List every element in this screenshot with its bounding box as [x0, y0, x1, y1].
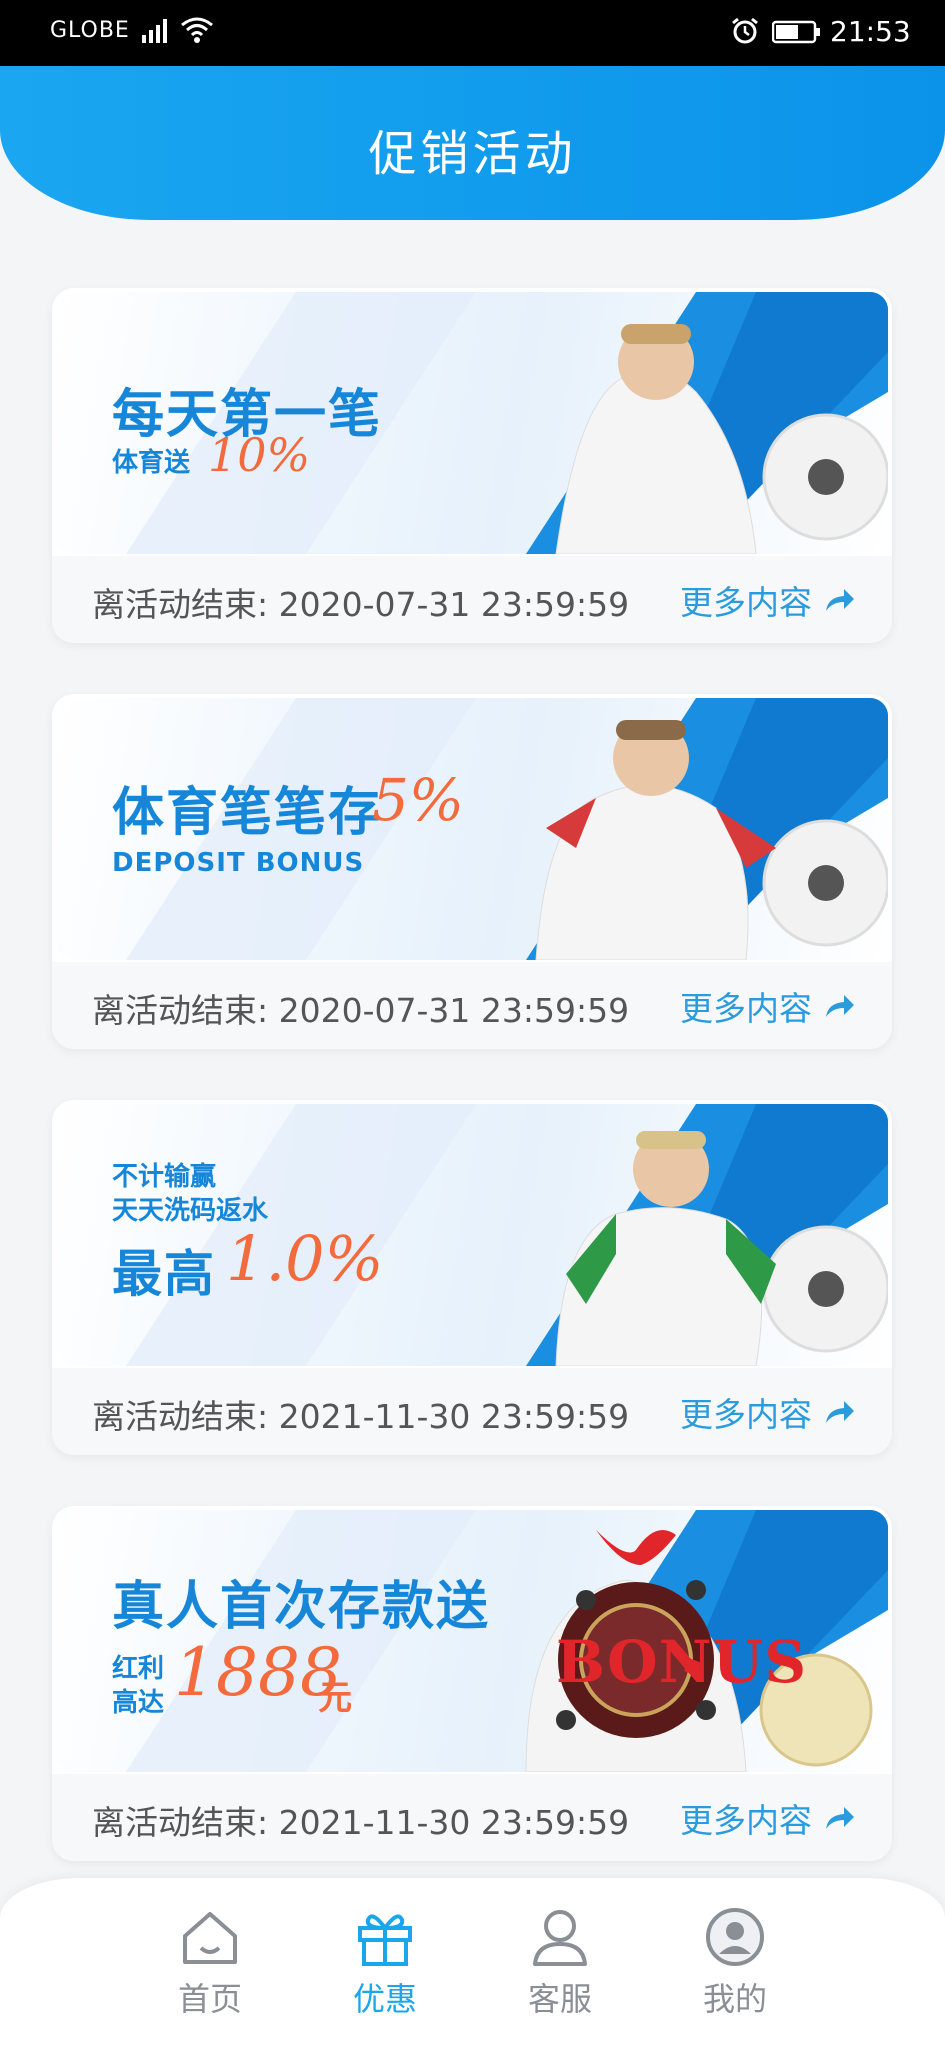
more-link[interactable]: 更多内容 — [680, 576, 856, 624]
bottom-nav: 首页 优惠 客服 我的 — [0, 1878, 945, 2048]
promotion-banner[interactable]: 体育笔笔存 5% DEPOSIT BONUS — [56, 698, 888, 960]
more-label: 更多内容 — [680, 583, 812, 622]
promo-highlight: 1.0% — [226, 1222, 384, 1295]
battery-icon — [772, 20, 820, 44]
share-arrow-icon — [826, 1401, 854, 1423]
promotion-card[interactable]: 真人首次存款送 红利 高达 1888 元 BONUS 离活动结束: 2021-1… — [52, 1506, 892, 1861]
card-footer: 离活动结束: 2020-07-31 23:59:59 更多内容 — [52, 556, 892, 643]
promotion-banner[interactable]: 真人首次存款送 红利 高达 1888 元 BONUS — [56, 1510, 888, 1772]
page-title: 促销活动 — [368, 126, 577, 182]
nav-label: 客服 — [527, 1980, 592, 2018]
nav-item-home[interactable]: 首页 — [150, 1906, 270, 2020]
more-label: 更多内容 — [680, 1801, 812, 1840]
share-arrow-icon — [826, 589, 854, 611]
nav-item-profile[interactable]: 我的 — [675, 1906, 795, 2020]
wifi-icon — [181, 17, 213, 43]
promo-title: 体育笔笔存 — [112, 783, 383, 843]
promotion-banner[interactable]: 不计输赢 天天洗码返水 最高 1.0% — [56, 1104, 888, 1366]
nav-label: 首页 — [177, 1980, 242, 2018]
carrier-label: GLOBE — [50, 18, 130, 43]
promo-unit: 元 — [318, 1678, 352, 1718]
end-time-label: 离活动结束: 2020-07-31 23:59:59 — [92, 585, 630, 624]
promo-highlight: 1888 — [174, 1634, 342, 1711]
card-footer: 离活动结束: 2020-07-31 23:59:59 更多内容 — [52, 962, 892, 1049]
card-footer: 离活动结束: 2021-11-30 23:59:59 更多内容 — [52, 1774, 892, 1861]
promo-subtitle: DEPOSIT BONUS — [112, 848, 365, 878]
more-label: 更多内容 — [680, 1395, 812, 1434]
promotion-banner[interactable]: 每天第一笔 体育送 10% — [56, 292, 888, 554]
gift-icon — [358, 1914, 412, 1966]
profile-icon — [706, 1908, 764, 1966]
alarm-icon — [732, 17, 758, 44]
card-footer: 离活动结束: 2021-11-30 23:59:59 更多内容 — [52, 1368, 892, 1455]
end-time-label: 离活动结束: 2021-11-30 23:59:59 — [92, 1397, 630, 1436]
end-time-label: 离活动结束: 2021-11-30 23:59:59 — [92, 1803, 630, 1842]
nav-item-promotions[interactable]: 优惠 — [325, 1906, 445, 2020]
nav-item-support[interactable]: 客服 — [500, 1906, 620, 2020]
clock-label: 21:53 — [830, 15, 911, 48]
status-bar: GLOBE 21:53 — [0, 0, 945, 66]
page-header: 促销活动 — [0, 66, 945, 220]
bonus-badge: BONUS — [556, 1628, 808, 1696]
promo-title: 最高 — [112, 1245, 216, 1303]
promo-title: 真人首次存款送 — [112, 1577, 491, 1637]
more-link[interactable]: 更多内容 — [680, 982, 856, 1030]
promo-highlight: 5% — [372, 766, 465, 834]
nav-label: 优惠 — [352, 1980, 417, 2018]
support-icon — [533, 1910, 587, 1966]
end-time-label: 离活动结束: 2020-07-31 23:59:59 — [92, 991, 630, 1030]
promotion-card[interactable]: 每天第一笔 体育送 10% 离活动结束: 2020-07-31 23:59:59… — [52, 288, 892, 643]
signal-icon — [142, 19, 167, 43]
promo-line1: 不计输赢 — [112, 1162, 217, 1192]
more-label: 更多内容 — [680, 989, 812, 1028]
share-arrow-icon — [826, 1807, 854, 1829]
nav-label: 我的 — [702, 1980, 767, 2018]
promo-subtitle: 体育送 — [112, 448, 191, 478]
promo-highlight: 10% — [208, 428, 311, 482]
share-arrow-icon — [826, 995, 854, 1017]
more-link[interactable]: 更多内容 — [680, 1794, 856, 1842]
promo-line2: 高达 — [112, 1688, 165, 1718]
more-link[interactable]: 更多内容 — [680, 1388, 856, 1436]
promotion-card[interactable]: 不计输赢 天天洗码返水 最高 1.0% 离活动结束: 2021-11-30 23… — [52, 1100, 892, 1455]
promotion-card[interactable]: 体育笔笔存 5% DEPOSIT BONUS 离活动结束: 2020-07-31… — [52, 694, 892, 1049]
home-icon — [183, 1912, 237, 1964]
promo-line1: 红利 — [112, 1654, 165, 1684]
